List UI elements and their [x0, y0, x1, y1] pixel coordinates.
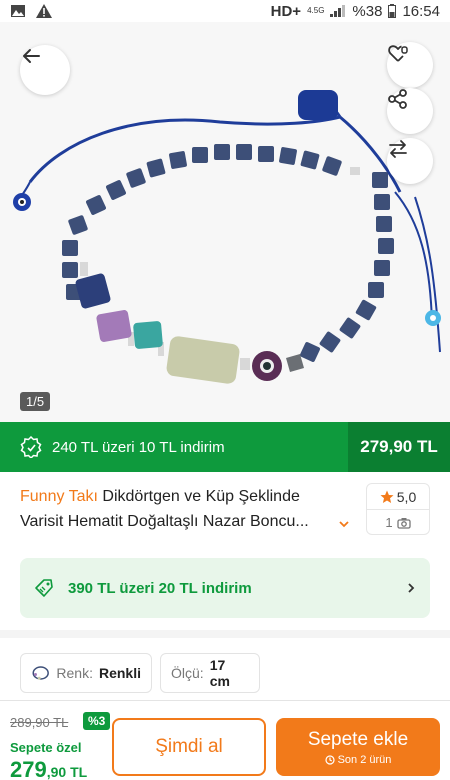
cart-special-price: 279,90 TL	[10, 757, 87, 780]
chevron-down-icon	[339, 521, 349, 528]
title-line-2: Varisit Hematit Doğaltaşlı Nazar Boncu..…	[20, 513, 309, 530]
discounted-price: 279,90 TL	[348, 422, 450, 472]
share-icon	[388, 89, 407, 109]
product-image	[13, 90, 441, 384]
section-divider	[0, 630, 450, 638]
network-generation: 4.5G	[307, 6, 325, 15]
add-to-cart-label: Sepete ekle	[307, 728, 409, 750]
discount-percent-badge: %3	[83, 712, 111, 730]
chevron-right-icon	[408, 583, 415, 593]
cart-special-label: Sepete özel	[10, 740, 82, 755]
size-label: Ölçü:	[171, 665, 204, 681]
original-price: 289,90 TL	[10, 715, 69, 730]
color-value: Renkli	[98, 665, 141, 681]
image-counter: 1/5	[20, 392, 51, 411]
warning-icon	[36, 4, 52, 18]
size-selector[interactable]: Ölçü: 17 cm	[160, 653, 260, 693]
discount-banner[interactable]: 240 TL üzeri 10 TL indirim 279,90 TL	[0, 422, 450, 472]
title-line-1: Dikdörtgen ve Küp Şeklinde	[102, 488, 300, 505]
battery-icon	[388, 4, 397, 18]
heart-bell-icon	[388, 45, 408, 62]
add-to-cart-button[interactable]: Sepete ekle Son 2 ürün	[276, 718, 440, 776]
bracelet-thumbnail-icon	[32, 666, 49, 680]
rating-summary[interactable]: 5,0 1	[366, 483, 430, 535]
product-image-gallery[interactable]: 1/5	[0, 22, 450, 422]
clock: 16:54	[402, 2, 440, 20]
clock-icon	[324, 754, 335, 765]
swap-arrows-icon	[389, 140, 407, 158]
coupon-banner[interactable]: 390 TL üzeri 20 TL indirim	[20, 558, 430, 618]
network-type: HD+	[270, 2, 302, 20]
share-button[interactable]	[387, 88, 433, 134]
coupon-text: 390 TL üzeri 20 TL indirim	[68, 579, 252, 597]
discount-badge-icon	[20, 436, 42, 458]
product-title: Funny Takı Dikdörtgen ve Küp Şeklinde Va…	[20, 484, 360, 534]
color-label: Renk:	[56, 665, 93, 681]
photo-review-count: 1	[385, 515, 393, 530]
status-bar: HD+ 4.5G %38 16:54	[0, 0, 450, 22]
compare-button[interactable]	[387, 138, 433, 184]
cart-price-decimal: ,90 TL	[46, 764, 88, 780]
battery-level: %38	[352, 2, 383, 20]
camera-icon	[396, 517, 411, 529]
signal-icon	[330, 5, 346, 17]
stock-note-text: Son 2 ürün	[337, 753, 392, 766]
purchase-bar: 289,90 TL %3 Sepete özel 279,90 TL Şimdi…	[0, 700, 450, 780]
arrow-left-icon	[23, 49, 40, 63]
favorite-button[interactable]	[387, 42, 433, 88]
size-value: 17 cm	[209, 657, 230, 689]
buy-now-button[interactable]: Şimdi al	[112, 718, 266, 776]
color-selector[interactable]: Renk: Renkli	[20, 653, 152, 693]
coupon-tag-icon	[35, 579, 53, 597]
brand-name[interactable]: Funny Takı	[20, 488, 98, 505]
discount-banner-text: 240 TL üzeri 10 TL indirim	[52, 438, 225, 456]
rating-score: 5,0	[396, 488, 417, 505]
stock-note: Son 2 ürün	[324, 753, 392, 766]
star-icon	[380, 490, 394, 503]
expand-title-button[interactable]	[338, 516, 350, 532]
back-button[interactable]	[20, 45, 70, 95]
gallery-notification-icon	[11, 5, 25, 17]
cart-price-integer: 279	[10, 757, 47, 780]
